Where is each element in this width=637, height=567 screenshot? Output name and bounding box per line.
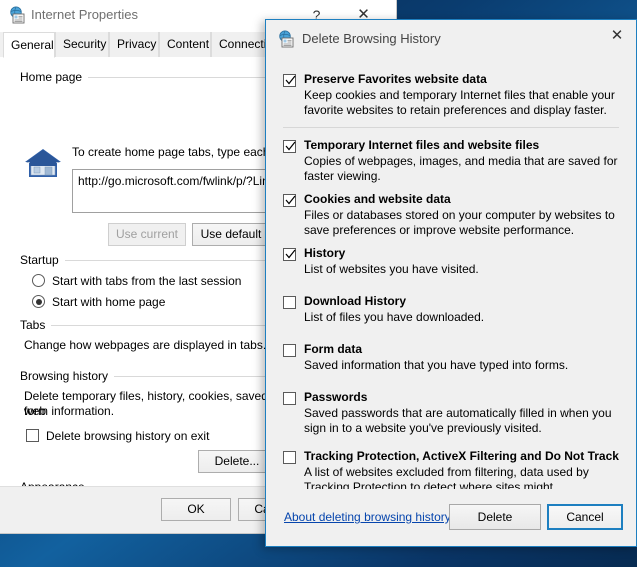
option-download-history[interactable]: Download History List of files you have … bbox=[283, 294, 619, 325]
delete-browsing-history-titlebar: Delete Browsing History ✕ bbox=[266, 20, 636, 58]
radio-start-with-tabs[interactable]: Start with tabs from the last session bbox=[32, 274, 241, 288]
internet-properties-icon bbox=[8, 6, 26, 24]
option-title: Form data bbox=[304, 342, 619, 357]
radio-start-with-home-page[interactable]: Start with home page bbox=[32, 295, 165, 309]
option-cookies-and-website-data[interactable]: Cookies and website data Files or databa… bbox=[283, 192, 619, 238]
option-title: Download History bbox=[304, 294, 619, 309]
option-title: Cookies and website data bbox=[304, 192, 619, 207]
close-icon[interactable]: ✕ bbox=[602, 22, 632, 50]
delete-button[interactable]: Delete bbox=[449, 504, 541, 530]
radio-icon bbox=[32, 274, 45, 287]
tab-security[interactable]: Security bbox=[55, 32, 109, 57]
use-default-button[interactable]: Use default bbox=[192, 223, 270, 246]
ok-button[interactable]: OK bbox=[161, 498, 231, 521]
tab-content[interactable]: Content bbox=[159, 32, 211, 57]
option-description: List of files you have downloaded. bbox=[304, 310, 619, 325]
tab-general[interactable]: General bbox=[3, 32, 55, 58]
spacer bbox=[283, 381, 619, 390]
options-divider bbox=[283, 127, 619, 128]
startup-group-label: Startup bbox=[20, 253, 65, 267]
browsing-history-description-line2: form information. bbox=[24, 404, 114, 419]
option-title: Passwords bbox=[304, 390, 619, 405]
internet-properties-title: Internet Properties bbox=[31, 7, 138, 22]
option-title: Tracking Protection, ActiveX Filtering a… bbox=[304, 449, 619, 464]
option-title: Preserve Favorites website data bbox=[304, 72, 619, 87]
radio-icon bbox=[32, 295, 45, 308]
tabs-description: Change how webpages are displayed in tab… bbox=[24, 338, 266, 353]
option-history[interactable]: History List of websites you have visite… bbox=[283, 246, 619, 277]
option-title: History bbox=[304, 246, 619, 261]
checkbox-icon bbox=[26, 429, 39, 442]
checkbox-icon[interactable] bbox=[283, 451, 296, 464]
internet-properties-icon bbox=[277, 30, 295, 48]
cancel-button[interactable]: Cancel bbox=[547, 504, 623, 530]
option-temporary-internet-files[interactable]: Temporary Internet files and website fil… bbox=[283, 138, 619, 184]
delete-browsing-history-on-exit-label: Delete browsing history on exit bbox=[46, 429, 209, 443]
radio-start-with-tabs-label: Start with tabs from the last session bbox=[52, 274, 241, 288]
option-description: Saved passwords that are automatically f… bbox=[304, 406, 619, 436]
delete-browsing-history-on-exit-checkbox[interactable]: Delete browsing history on exit bbox=[26, 429, 209, 443]
checkbox-icon[interactable] bbox=[283, 344, 296, 357]
option-preserve-favorites[interactable]: Preserve Favorites website data Keep coo… bbox=[283, 72, 619, 118]
option-description: Files or databases stored on your comput… bbox=[304, 208, 619, 238]
tabs-group-label: Tabs bbox=[20, 318, 51, 332]
option-description: Saved information that you have typed in… bbox=[304, 358, 619, 373]
tab-privacy[interactable]: Privacy bbox=[109, 32, 159, 57]
home-icon bbox=[24, 147, 60, 177]
checkbox-icon[interactable] bbox=[283, 140, 296, 153]
option-passwords[interactable]: Passwords Saved passwords that are autom… bbox=[283, 390, 619, 436]
delete-browsing-history-options-list: Preserve Favorites website data Keep coo… bbox=[267, 58, 635, 490]
delete-browsing-history-footer: About deleting browsing history Delete C… bbox=[267, 489, 635, 545]
option-description: List of websites you have visited. bbox=[304, 262, 619, 277]
checkbox-icon[interactable] bbox=[283, 194, 296, 207]
option-description: Copies of webpages, images, and media th… bbox=[304, 154, 619, 184]
checkbox-icon[interactable] bbox=[283, 248, 296, 261]
spacer bbox=[283, 333, 619, 342]
option-description: Keep cookies and temporary Internet file… bbox=[304, 88, 619, 118]
browsing-history-group-label: Browsing history bbox=[20, 369, 114, 383]
radio-start-with-home-page-label: Start with home page bbox=[52, 295, 165, 309]
delete-browsing-history-dialog: Delete Browsing History ✕ Preserve Favor… bbox=[265, 19, 637, 547]
option-form-data[interactable]: Form data Saved information that you hav… bbox=[283, 342, 619, 373]
checkbox-icon[interactable] bbox=[283, 74, 296, 87]
checkbox-icon[interactable] bbox=[283, 296, 296, 309]
about-deleting-browsing-history-link[interactable]: About deleting browsing history bbox=[284, 510, 451, 524]
delete-browsing-history-title: Delete Browsing History bbox=[302, 31, 441, 46]
checkbox-icon[interactable] bbox=[283, 392, 296, 405]
use-current-button[interactable]: Use current bbox=[108, 223, 186, 246]
spacer bbox=[283, 285, 619, 294]
home-page-group-label: Home page bbox=[20, 70, 88, 84]
option-title: Temporary Internet files and website fil… bbox=[304, 138, 619, 153]
